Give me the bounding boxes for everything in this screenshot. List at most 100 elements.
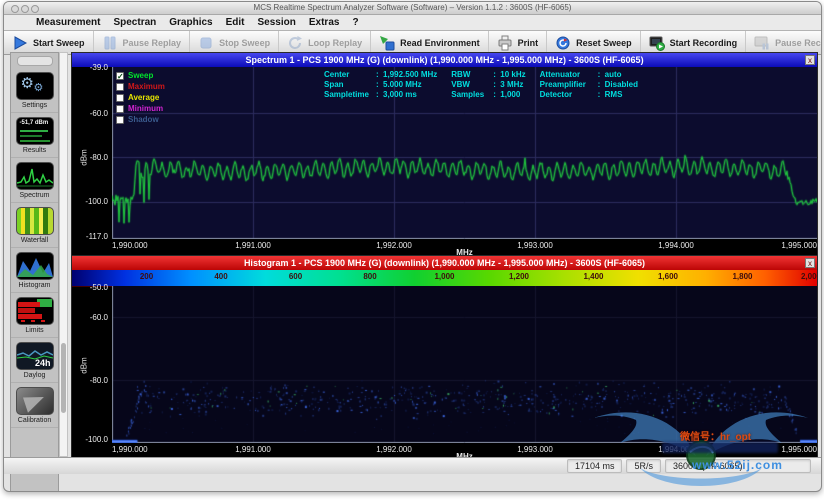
- menu-spectran[interactable]: Spectran: [113, 17, 156, 28]
- sweep-checkbox[interactable]: ✓: [116, 72, 124, 80]
- sidebar-item-settings[interactable]: ⚙⚙ Settings: [11, 68, 58, 113]
- spectrum-x-axis: 1,990.000 1,991.000 1,992.000 1,993.000 …: [112, 239, 817, 255]
- loop-replay-button[interactable]: Loop Replay: [279, 31, 371, 54]
- maximum-checkbox[interactable]: [116, 83, 124, 91]
- start-sweep-button[interactable]: Start Sweep: [4, 31, 94, 54]
- menu-graphics[interactable]: Graphics: [169, 17, 212, 28]
- histogram-y-tick: -60.0: [74, 313, 108, 322]
- status-sweeptime: 17104 ms: [567, 459, 623, 473]
- histogram-x-tick: 1,995.000: [781, 445, 817, 454]
- status-bar: 17104 ms 5R/s 3600S (HF-6065): [4, 457, 821, 474]
- spectrum-y-tick: -80.0: [74, 153, 108, 162]
- average-checkbox[interactable]: [116, 94, 124, 102]
- legend-label: Shadow: [128, 115, 159, 124]
- print-button[interactable]: Print: [489, 31, 548, 54]
- legend-row-average: Average: [116, 93, 165, 102]
- status-rate: 5R/s: [626, 459, 661, 473]
- panel-scrollbar-thumb[interactable]: [61, 343, 66, 413]
- menu-session[interactable]: Session: [258, 17, 296, 28]
- pause-recording-button[interactable]: Pause Recording: [746, 31, 822, 54]
- histogram-x-tick: 1,991.000: [235, 445, 271, 454]
- reset-icon: [555, 35, 571, 51]
- limits-icon: [16, 297, 54, 325]
- menu-measurement[interactable]: Measurement: [36, 17, 100, 28]
- sidebar-item-label: Calibration: [18, 417, 51, 424]
- reset-sweep-button[interactable]: Reset Sweep: [547, 31, 641, 54]
- panel-scrollbar[interactable]: [59, 52, 68, 457]
- histogram-panel-close-button[interactable]: x: [805, 258, 815, 268]
- record-pause-icon: [754, 35, 770, 51]
- histogram-icon: [16, 252, 54, 280]
- info-value: 10 kHz: [500, 70, 525, 79]
- pause-replay-button[interactable]: Pause Replay: [94, 31, 191, 54]
- read-environment-button[interactable]: Read Environment: [371, 31, 489, 54]
- loop-icon: [287, 35, 303, 51]
- info-label: VBW: [451, 80, 493, 89]
- minimum-checkbox[interactable]: [116, 105, 124, 113]
- app-window: MCS Realtime Spectrum Analyzer Software …: [3, 1, 822, 492]
- sidebar-item-limits[interactable]: Limits: [11, 293, 58, 338]
- spectrum-panel-close-button[interactable]: x: [805, 55, 815, 65]
- sidebar-item-histogram[interactable]: Histogram: [11, 248, 58, 293]
- zoom-window-icon[interactable]: [31, 5, 39, 13]
- histogram-y-axis-label: dBm: [80, 357, 89, 373]
- legend-label: Sweep: [128, 71, 153, 80]
- spectrum-panel-title: Spectrum 1 - PCS 1900 MHz (G) (downlink)…: [245, 55, 643, 65]
- menubar: Measurement Spectran Graphics Edit Sessi…: [4, 15, 821, 31]
- sidebar-item-label: Spectrum: [20, 192, 50, 199]
- histogram-plot[interactable]: [112, 286, 817, 443]
- start-recording-button[interactable]: Start Recording: [641, 31, 747, 54]
- spectrum-x-tick: 1,993.000: [517, 241, 553, 250]
- spectrum-panel: Spectrum 1 - PCS 1900 MHz (G) (downlink)…: [71, 52, 818, 256]
- histogram-panel-titlebar[interactable]: Histogram 1 - PCS 1900 MHz (G) (downlink…: [72, 256, 817, 270]
- status-device: 3600S (HF-6065): [665, 459, 811, 473]
- spectrum-legend: ✓ Sweep Maximum Average Minimum Shadow: [116, 71, 165, 124]
- printer-icon: [497, 35, 513, 51]
- window-titlebar: MCS Realtime Spectrum Analyzer Software …: [4, 2, 821, 15]
- close-window-icon[interactable]: [11, 5, 19, 13]
- color-scale-tick: 600: [289, 272, 302, 281]
- sidebar-item-results[interactable]: -51,7 dBm Results: [11, 113, 58, 158]
- color-scale-tick: 1,600: [658, 272, 678, 281]
- results-value: -51,7 dBm: [20, 120, 49, 126]
- spectrum-trace-icon: [16, 162, 54, 190]
- read-environment-icon: [379, 35, 395, 51]
- sidebar-item-calibration[interactable]: Calibration: [11, 383, 58, 428]
- legend-row-minimum: Minimum: [116, 104, 165, 113]
- info-label: RBW: [451, 70, 493, 79]
- menu-help[interactable]: ?: [352, 17, 358, 28]
- histogram-x-tick: 1,992.000: [376, 445, 412, 454]
- info-value: 3,000 ms: [383, 90, 417, 99]
- legend-row-maximum: Maximum: [116, 82, 165, 91]
- histogram-y-tick: -50.0: [74, 283, 108, 292]
- info-label: Samples: [451, 90, 493, 99]
- calibration-icon: [16, 387, 54, 415]
- minimize-window-icon[interactable]: [21, 5, 29, 13]
- sidebar-item-label: Settings: [22, 102, 47, 109]
- stop-icon: [198, 35, 214, 51]
- spectrum-x-tick: 1,991.000: [235, 241, 271, 250]
- gears-icon: ⚙⚙: [16, 72, 54, 100]
- sidebar-scroll-handle[interactable]: [17, 56, 53, 66]
- sweep-info-readout: Center:1,992.500 MHz Span:5.000 MHz Samp…: [324, 70, 638, 99]
- sidebar-item-daylog[interactable]: 24h Daylog: [11, 338, 58, 383]
- menu-edit[interactable]: Edit: [226, 17, 245, 28]
- shadow-checkbox[interactable]: [116, 116, 124, 124]
- menu-extras[interactable]: Extras: [309, 17, 340, 28]
- info-label: Sampletime: [324, 90, 376, 99]
- sidebar-item-spectrum[interactable]: Spectrum: [11, 158, 58, 203]
- spectrum-panel-titlebar[interactable]: Spectrum 1 - PCS 1900 MHz (G) (downlink)…: [72, 53, 817, 67]
- histogram-y-tick: -100.0: [74, 435, 108, 444]
- play-icon: [12, 35, 28, 51]
- color-scale-tick: 200: [140, 272, 153, 281]
- spectrum-x-tick: 1,994.000: [658, 241, 694, 250]
- info-value: 3 MHz: [500, 80, 523, 89]
- legend-label: Minimum: [128, 104, 163, 113]
- legend-row-sweep: ✓ Sweep: [116, 71, 165, 80]
- stop-sweep-button[interactable]: Stop Sweep: [190, 31, 279, 54]
- spectrum-x-tick: 1,995.000: [781, 241, 817, 250]
- sidebar-item-label: Results: [23, 147, 46, 154]
- sidebar-item-waterfall[interactable]: Waterfall: [11, 203, 58, 248]
- color-scale-tick: 1,400: [583, 272, 603, 281]
- spectrum-y-tick: -117.0: [74, 232, 108, 241]
